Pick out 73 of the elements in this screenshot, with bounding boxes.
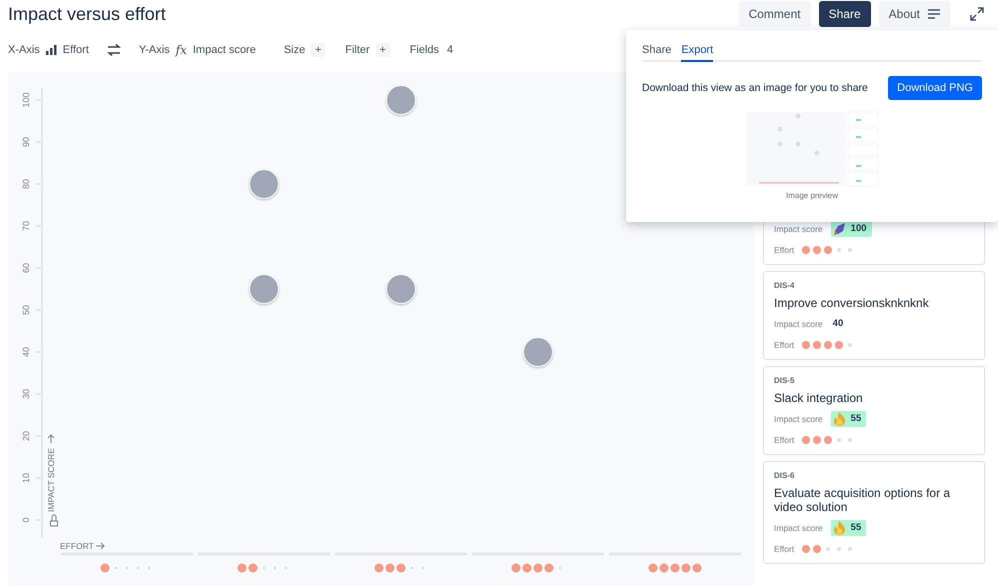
y-tick-label: 50: [21, 305, 31, 315]
impact-score-label: Impact score: [774, 318, 823, 328]
header-button[interactable]: Share: [818, 1, 871, 27]
menu-icon: [928, 9, 940, 19]
popover-tab[interactable]: Export: [681, 42, 714, 62]
y-tick-label: 70: [21, 221, 31, 231]
effort-rating-icon: [512, 564, 562, 572]
effort-label: Effort: [774, 434, 794, 444]
impact-score-value: 40: [832, 318, 844, 329]
impact-score-badge: 55: [830, 520, 866, 536]
arrow-up-icon: [48, 434, 54, 444]
idea-title: Slack integration: [774, 391, 864, 405]
y-tick-label: 100: [21, 92, 31, 108]
issue-key: DIS-4: [774, 281, 974, 290]
y-tick-label: 10: [21, 473, 31, 483]
idea-title: Improve conversionsknknknk: [774, 296, 930, 310]
impact-score-badge: 55: [830, 410, 866, 426]
y-tick-label: 80: [21, 179, 31, 189]
page-title: Impact versus effort: [8, 4, 166, 24]
bar-chart-icon: [46, 45, 57, 55]
x-axis-label: X-Axis: [8, 44, 40, 56]
fields-label: Fields: [410, 44, 440, 56]
effort-label: Effort: [774, 544, 794, 554]
y-axis-label: Y-Axis: [138, 44, 170, 56]
effort-rating-icon: [374, 564, 424, 572]
arrow-right-icon: [96, 542, 105, 550]
rocket-icon: [832, 222, 846, 236]
expand-icon[interactable]: [970, 7, 984, 21]
impact-score-label: Impact score: [774, 414, 823, 424]
preview-caption: Image preview: [786, 191, 838, 200]
x-axis-title: EFFORT: [60, 541, 94, 551]
add-size-button[interactable]: +: [311, 43, 326, 57]
y-tick-label: 40: [21, 347, 31, 357]
idea-card[interactable]: DIS-5 Slack integration Impact score 55 Effort: [763, 366, 985, 455]
header-button[interactable]: About: [878, 1, 950, 27]
idea-bubble[interactable]: [249, 169, 279, 199]
y-tick-label: 90: [21, 137, 31, 147]
formula-label: fx: [176, 43, 187, 57]
idea-bubble[interactable]: [249, 274, 279, 304]
y-axis-field[interactable]: Impact score: [192, 44, 256, 56]
y-axis-title: IMPACT SCORE: [46, 448, 56, 512]
effort-rating-icon: [648, 564, 702, 572]
idea-card[interactable]: DIS-6 Evaluate acquisition options for a video solution Impact score 55 Effort: [763, 461, 985, 564]
download-button[interactable]: Download PNG: [888, 76, 982, 100]
idea-title: Evaluate acquisition options for a video solution: [774, 486, 952, 514]
impact-score-label: Impact score: [774, 522, 823, 532]
issue-key: DIS-5: [774, 376, 974, 385]
effort-rating-icon: [100, 564, 150, 572]
popover-tab[interactable]: Share: [642, 42, 672, 62]
filter-label: Filter: [345, 44, 370, 56]
y-tick-label: 0: [21, 518, 31, 522]
idea-bubble[interactable]: [523, 337, 553, 367]
issue-key: DIS-6: [774, 471, 974, 480]
y-tick-label: 30: [21, 389, 31, 399]
add-filter-button[interactable]: +: [376, 43, 390, 57]
y-tick-label: 60: [21, 263, 31, 273]
x-axis-field[interactable]: Effort: [62, 44, 89, 56]
flame-icon: [832, 520, 846, 534]
swap-icon[interactable]: [106, 44, 121, 56]
impact-score-label: Impact score: [774, 224, 823, 234]
size-label: Size: [284, 44, 306, 56]
header-button[interactable]: Comment: [738, 1, 811, 27]
effort-label: Effort: [774, 340, 794, 350]
export-message: Download this view as an image for you to share: [642, 82, 868, 94]
effort-label: Effort: [774, 244, 794, 254]
y-tick-label: 20: [21, 431, 31, 441]
fields-count: 4: [447, 44, 454, 56]
idea-card[interactable]: DIS-4 Improve conversionsknknknk Impact score 40 Effort: [763, 271, 985, 360]
lock-icon: [50, 514, 58, 526]
idea-bubble[interactable]: [386, 274, 416, 304]
flame-icon: [832, 412, 846, 426]
effort-rating-icon: [238, 564, 288, 572]
idea-bubble[interactable]: [386, 85, 416, 115]
